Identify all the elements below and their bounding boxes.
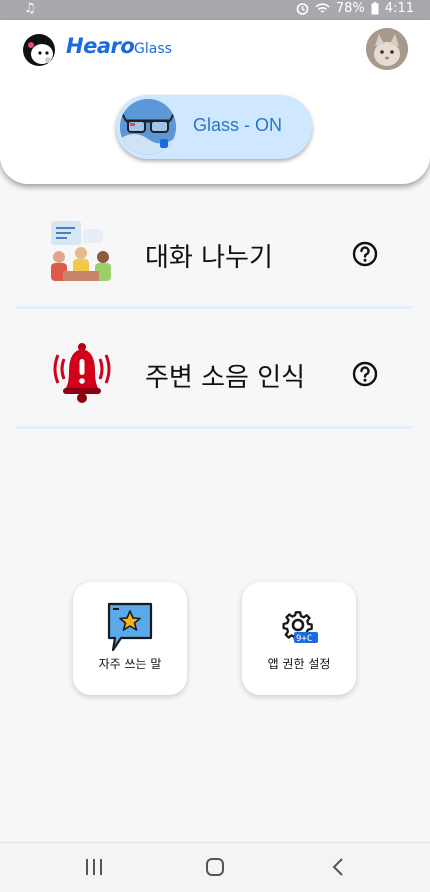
mascot-icon [22, 33, 56, 67]
menu-item-label: 주변 소음 인식 [145, 363, 306, 393]
alarm-icon [296, 3, 309, 15]
tile-label: 앱 권한 설정 [267, 657, 331, 671]
help-circle-icon[interactable] [352, 241, 378, 267]
menu-item-conversation[interactable]: 대화 나누기 [17, 191, 412, 309]
glass-toggle-label: Glass - ON [193, 115, 283, 135]
music-note-icon: ♫ [24, 1, 36, 16]
frequent-phrases-button[interactable]: 자주 쓰는 말 [73, 582, 187, 695]
star-chat-icon [107, 602, 155, 656]
app-logo-text: Hearo [66, 34, 135, 58]
app-permissions-button[interactable]: 9+C 앱 권한 설정 [242, 582, 356, 695]
battery-percent: 78% [335, 1, 365, 16]
wifi-icon [315, 3, 330, 13]
battery-icon [371, 2, 379, 15]
settings-gear-icon: 9+C [280, 610, 320, 650]
home-icon[interactable] [205, 856, 225, 882]
system-nav-bar [0, 842, 430, 892]
status-icons: 78% 4:11 [296, 1, 414, 16]
back-icon[interactable] [330, 856, 346, 882]
divider [17, 306, 412, 309]
app-logo-subtitle: Glass [134, 41, 172, 57]
header-card: Hearo Glass Glass - ON [0, 20, 430, 184]
tile-label: 자주 쓰는 말 [98, 657, 162, 671]
glass-toggle-button[interactable]: Glass - ON [116, 95, 312, 159]
svg-text:9+C: 9+C [296, 634, 312, 644]
help-circle-icon[interactable] [352, 361, 378, 387]
status-bar: ♫ 78% 4:11 [0, 0, 430, 20]
menu-item-label: 대화 나누기 [145, 243, 273, 273]
recents-icon[interactable] [85, 856, 103, 882]
user-avatar[interactable] [366, 28, 408, 70]
conversation-illustration [47, 219, 115, 287]
clock: 4:11 [384, 1, 414, 16]
alarm-bell-icon [51, 341, 113, 409]
divider [17, 426, 412, 429]
smart-glasses-icon [120, 99, 176, 155]
menu-item-noise-recognition[interactable]: 주변 소음 인식 [17, 311, 412, 429]
